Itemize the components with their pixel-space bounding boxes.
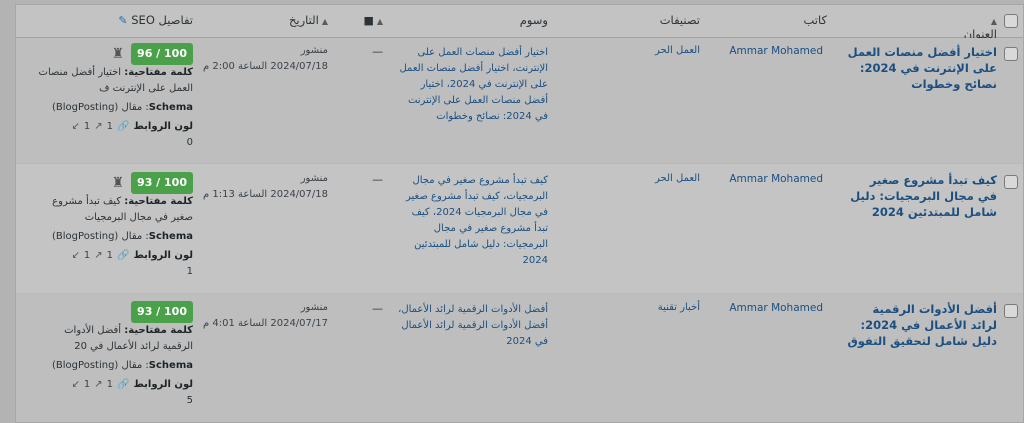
schema-label: Schema <box>148 360 193 371</box>
tags-list[interactable]: أفضل الأدوات الرقمية لرائد الأعمال، أفضل… <box>398 302 548 350</box>
column-categories: تصنيفات <box>659 13 700 27</box>
incoming-link-icon: ↙ <box>71 121 80 132</box>
row-checkbox[interactable] <box>1004 304 1018 318</box>
seo-score-badge[interactable]: 96 / 100 <box>131 43 193 65</box>
incoming-links-count: 0 <box>186 137 193 148</box>
comments-count: — <box>372 302 383 315</box>
post-status: منشور <box>300 45 328 56</box>
tags-list[interactable]: اختيار أفضل منصات العمل على الإنترنت، اخ… <box>398 45 548 125</box>
links-label: لون الروابط <box>133 250 193 261</box>
incoming-links-count: 1 <box>186 266 193 277</box>
tags-list[interactable]: كيف تبدأ مشروع صغير في مجال البرمجيات، ك… <box>398 173 548 269</box>
author-link[interactable]: Ammar Mohamed <box>729 302 823 314</box>
seo-details: 96 / 100 ♜ كلمة مفتاحية: اختيار أفضل منص… <box>37 43 193 151</box>
internal-link-icon: 🔗 <box>116 121 130 132</box>
post-date: 2024/07/18 الساعة 1:13 م <box>203 189 328 200</box>
pillar-content-icon: ♜ <box>111 175 125 191</box>
category-link[interactable]: أخبار تقنية <box>658 302 700 313</box>
seo-score-badge[interactable]: 93 / 100 <box>131 172 193 194</box>
author-link[interactable]: Ammar Mohamed <box>729 45 823 57</box>
table-header: ▲ العنوان كاتب تصنيفات وسوم ▲■ ▲التاريخ ت… <box>16 5 1023 41</box>
keyword-label: كلمة مفتاحية: <box>124 67 193 78</box>
incoming-links-count: 5 <box>186 395 193 406</box>
post-date: 2024/07/17 الساعة 4:01 م <box>203 318 328 329</box>
comments-count: — <box>372 45 383 58</box>
schema-value: مقال (BlogPosting) <box>52 231 143 242</box>
external-link-icon: ↗ <box>94 250 103 261</box>
column-seo: تفاصيل SEO ✎ <box>118 13 193 27</box>
seo-details: 93 / 100 ♜ كلمة مفتاحية: كيف تبدأ مشروع … <box>37 172 193 280</box>
incoming-link-icon: ↙ <box>71 379 80 390</box>
internal-link-icon: 🔗 <box>116 379 130 390</box>
comment-icon: ■ <box>363 14 374 27</box>
column-title[interactable]: ▲ العنوان <box>964 13 997 41</box>
column-date[interactable]: ▲التاريخ <box>289 13 328 27</box>
posts-table: ▲ العنوان كاتب تصنيفات وسوم ▲■ ▲التاريخ ت… <box>15 4 1024 423</box>
schema-value: مقال (BlogPosting) <box>52 102 143 113</box>
seo-details: 93 / 100 كلمة مفتاحية: أفضل الأدوات الرق… <box>37 301 193 409</box>
category-link[interactable]: العمل الحر <box>655 173 700 184</box>
select-all-checkbox[interactable] <box>1004 14 1018 28</box>
post-date: 2024/07/18 الساعة 2:00 م <box>203 61 328 72</box>
post-title-link[interactable]: أفضل الأدوات الرقمية لرائد الأعمال في 20… <box>847 301 997 349</box>
schema-value: مقال (BlogPosting) <box>52 360 143 371</box>
post-title-link[interactable]: كيف تبدأ مشروع صغير في مجال البرمجيات: د… <box>847 172 997 220</box>
schema-label: Schema <box>148 231 193 242</box>
column-comments[interactable]: ▲■ <box>363 13 383 27</box>
column-author: كاتب <box>803 13 827 27</box>
seo-score-badge[interactable]: 93 / 100 <box>131 301 193 323</box>
pillar-content-icon: ♜ <box>111 46 125 62</box>
links-label: لون الروابط <box>133 121 193 132</box>
links-label: لون الروابط <box>133 379 193 390</box>
author-link[interactable]: Ammar Mohamed <box>729 173 823 185</box>
external-link-icon: ↗ <box>94 379 103 390</box>
schema-label: Schema <box>148 102 193 113</box>
incoming-link-icon: ↙ <box>71 250 80 261</box>
external-link-icon: ↗ <box>94 121 103 132</box>
keyword-label: كلمة مفتاحية: <box>124 196 193 207</box>
table-row: اختيار أفضل منصات العمل على الإنترنت في … <box>16 38 1023 164</box>
category-link[interactable]: العمل الحر <box>655 45 700 56</box>
table-row: أفضل الأدوات الرقمية لرائد الأعمال في 20… <box>16 294 1023 422</box>
sort-icon: ▲ <box>321 17 328 26</box>
comments-count: — <box>372 173 383 186</box>
row-checkbox[interactable] <box>1004 47 1018 61</box>
post-title-link[interactable]: اختيار أفضل منصات العمل على الإنترنت في … <box>847 44 997 92</box>
row-checkbox[interactable] <box>1004 175 1018 189</box>
sort-icon: ▲ <box>376 17 383 26</box>
post-status: منشور <box>300 173 328 184</box>
column-tags: وسوم <box>519 13 548 27</box>
sort-icon: ▲ <box>990 17 997 26</box>
post-status: منشور <box>300 302 328 313</box>
keyword-label: كلمة مفتاحية: <box>124 325 193 336</box>
table-row: كيف تبدأ مشروع صغير في مجال البرمجيات: د… <box>16 164 1023 294</box>
pencil-icon[interactable]: ✎ <box>118 14 127 27</box>
internal-link-icon: 🔗 <box>116 250 130 261</box>
